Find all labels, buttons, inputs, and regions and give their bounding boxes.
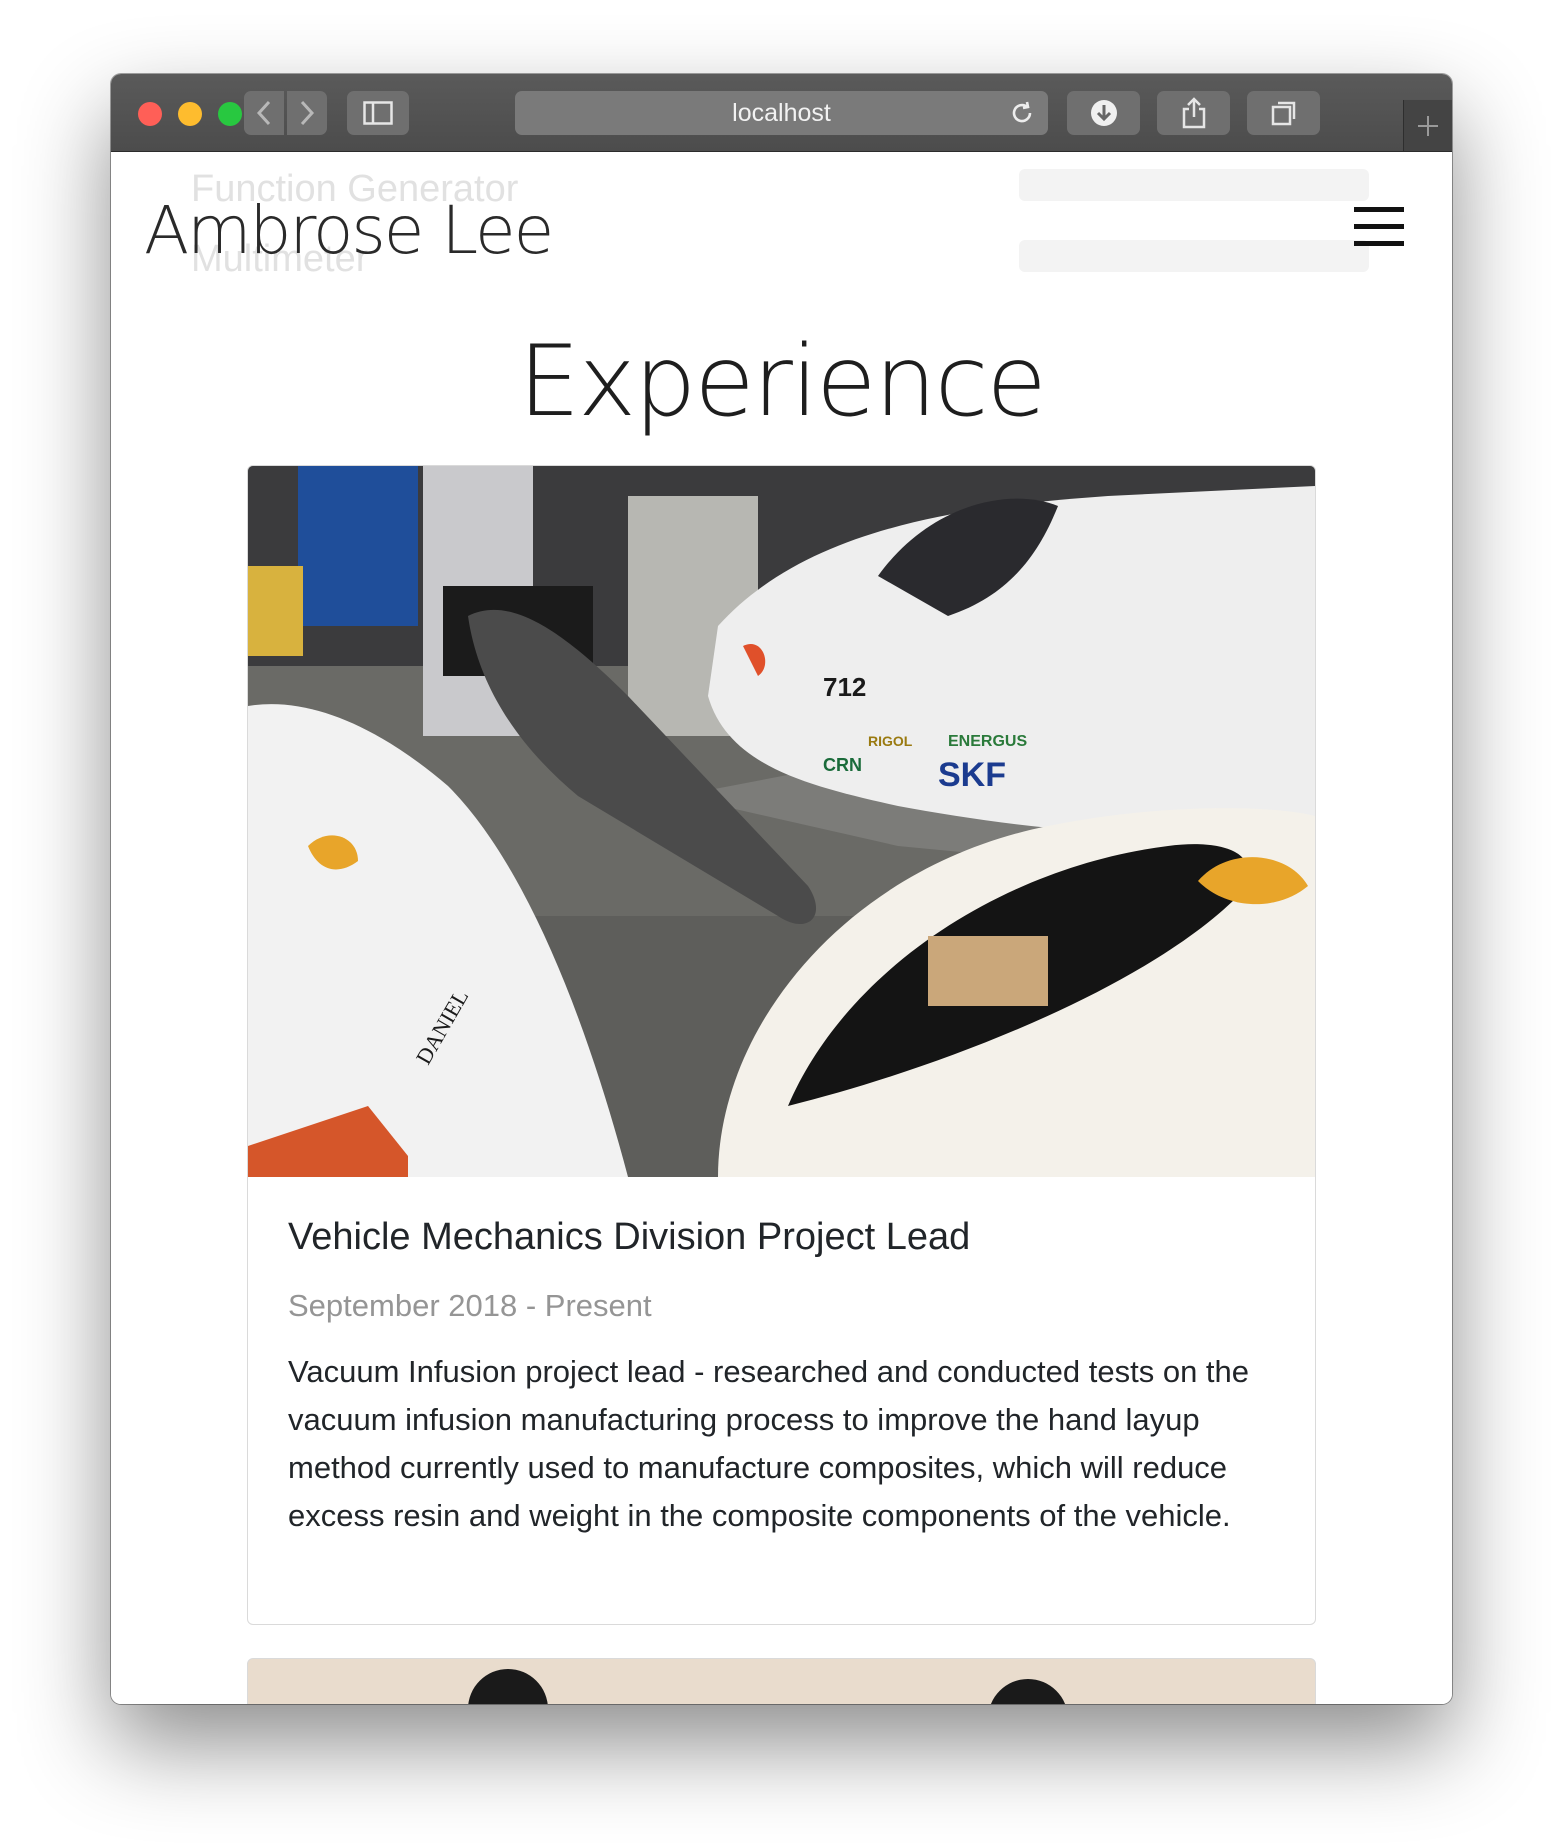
close-window-button[interactable] <box>138 102 162 126</box>
sticker-text: CRN <box>823 755 862 775</box>
hamburger-menu-button[interactable] <box>1354 207 1404 247</box>
download-icon <box>1090 100 1117 126</box>
sticker-text: 712 <box>823 672 866 702</box>
address-bar[interactable]: localhost <box>515 91 1048 135</box>
reload-icon <box>1012 101 1032 123</box>
forward-button[interactable] <box>287 91 327 135</box>
sticker-text: SKF <box>938 756 1006 794</box>
experience-description: Vacuum Infusion project lead - researche… <box>288 1354 1250 1533</box>
hamburger-line <box>1354 224 1404 229</box>
back-icon <box>256 100 271 126</box>
sticker-text: ENERGUS <box>948 733 1027 750</box>
experience-title: Vehicle Mechanics Division Project Lead <box>288 1216 971 1258</box>
next-card-image-detail <box>468 1669 548 1704</box>
reload-button[interactable] <box>1008 99 1036 134</box>
tabs-icon <box>1271 101 1295 126</box>
sidebar-icon <box>363 101 393 125</box>
show-tabs-button[interactable] <box>1247 91 1320 135</box>
forward-icon <box>300 100 315 126</box>
site-brand[interactable]: Ambrose Lee <box>144 192 554 269</box>
hamburger-menu-icon <box>1354 207 1404 212</box>
experience-date: September 2018 - Present <box>288 1288 652 1323</box>
share-icon <box>1182 97 1205 129</box>
sidebar-button[interactable] <box>347 91 409 135</box>
browser-window: localhost Function Generator Multimeter … <box>111 74 1452 1704</box>
back-button[interactable] <box>244 91 284 135</box>
share-button[interactable] <box>1157 91 1230 135</box>
experience-card-image: 712 SKF CRN ENERGUS RIGOL DANIEL <box>248 466 1315 1177</box>
browser-toolbar: localhost <box>111 74 1452 152</box>
ghost-bar <box>1019 169 1369 201</box>
experience-card: 712 SKF CRN ENERGUS RIGOL DANIEL Vehicle… <box>247 465 1316 1625</box>
minimize-window-button[interactable] <box>178 102 202 126</box>
section-title: Experience <box>518 325 1047 439</box>
plus-icon <box>1418 115 1438 136</box>
next-card-image-detail <box>988 1679 1068 1704</box>
experience-card-next <box>247 1658 1316 1704</box>
sticker-text: RIGOL <box>868 733 913 749</box>
hamburger-line <box>1354 241 1404 246</box>
page-content: Function Generator Multimeter Ambrose Le… <box>111 152 1452 1704</box>
downloads-button[interactable] <box>1067 91 1140 135</box>
new-tab-button[interactable] <box>1403 100 1452 151</box>
zoom-window-button[interactable] <box>218 102 242 126</box>
url-text: localhost <box>732 98 831 127</box>
ghost-bar <box>1019 240 1369 272</box>
